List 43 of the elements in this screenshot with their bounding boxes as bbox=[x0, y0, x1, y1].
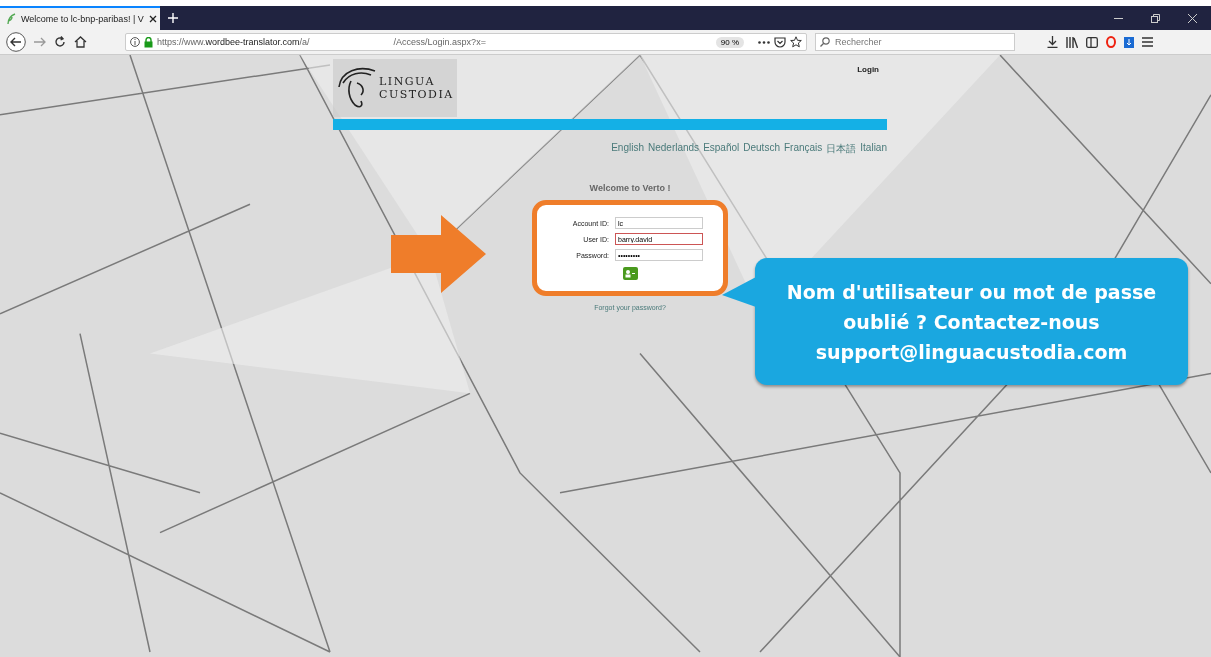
callout-text: oublié ? Contactez-nous bbox=[843, 310, 1100, 333]
lock-icon bbox=[144, 36, 153, 48]
login-link[interactable]: Login bbox=[857, 65, 879, 119]
browser-tab[interactable]: Welcome to lc-bnp-paribas! | V bbox=[0, 6, 160, 30]
close-icon[interactable] bbox=[148, 15, 157, 23]
arrow-icon bbox=[391, 215, 486, 293]
library-icon[interactable] bbox=[1066, 36, 1078, 48]
more-icon[interactable] bbox=[758, 40, 770, 44]
address-bar[interactable]: https://www.wordbee-translator.com/a/ /Access/Login.aspx?x= 90 % bbox=[125, 33, 807, 51]
welcome-title: Welcome to Verto ! bbox=[588, 183, 672, 193]
url-text: /Access/Login.aspx?x= bbox=[393, 37, 486, 47]
login-button[interactable] bbox=[622, 267, 638, 280]
home-icon[interactable] bbox=[74, 36, 87, 48]
language-link[interactable]: English bbox=[611, 142, 644, 156]
tab-title: Welcome to lc-bnp-paribas! | V bbox=[21, 14, 144, 24]
language-link[interactable]: Français bbox=[783, 142, 823, 156]
new-tab-icon[interactable] bbox=[168, 13, 178, 23]
callout-text: support@linguacustodia.com bbox=[815, 340, 1128, 363]
info-icon bbox=[130, 37, 140, 47]
language-link[interactable]: Deutsch bbox=[743, 142, 780, 156]
back-icon[interactable] bbox=[6, 32, 26, 52]
logo-text: LINGUA bbox=[379, 75, 436, 88]
star-icon[interactable] bbox=[790, 36, 802, 48]
language-link[interactable]: Italian bbox=[860, 142, 887, 156]
zoom-badge[interactable]: 90 % bbox=[715, 36, 744, 48]
extension-icon[interactable] bbox=[1124, 36, 1134, 48]
url-text: https://www.wordbee-translator.com/a/ bbox=[157, 37, 310, 47]
opera-icon[interactable] bbox=[1106, 36, 1116, 48]
download-icon[interactable] bbox=[1047, 36, 1058, 48]
reload-icon[interactable] bbox=[54, 36, 66, 48]
close-window-icon[interactable] bbox=[1188, 13, 1197, 23]
search-field[interactable]: Rechercher bbox=[815, 33, 1015, 51]
leaf-icon bbox=[6, 13, 16, 25]
logo-text: CUSTODIA bbox=[379, 88, 454, 101]
language-link[interactable]: Nederlands bbox=[647, 142, 700, 156]
menu-icon[interactable] bbox=[1142, 37, 1153, 47]
restore-icon[interactable] bbox=[1151, 13, 1160, 23]
callout-text: Nom d'utilisateur ou mot de passe bbox=[786, 280, 1157, 303]
pocket-icon[interactable] bbox=[774, 36, 786, 48]
language-link[interactable]: Español bbox=[703, 142, 740, 156]
language-link[interactable]: 日本語 bbox=[826, 142, 857, 156]
forward-icon[interactable] bbox=[34, 37, 46, 47]
sidebar-icon[interactable] bbox=[1086, 36, 1098, 48]
